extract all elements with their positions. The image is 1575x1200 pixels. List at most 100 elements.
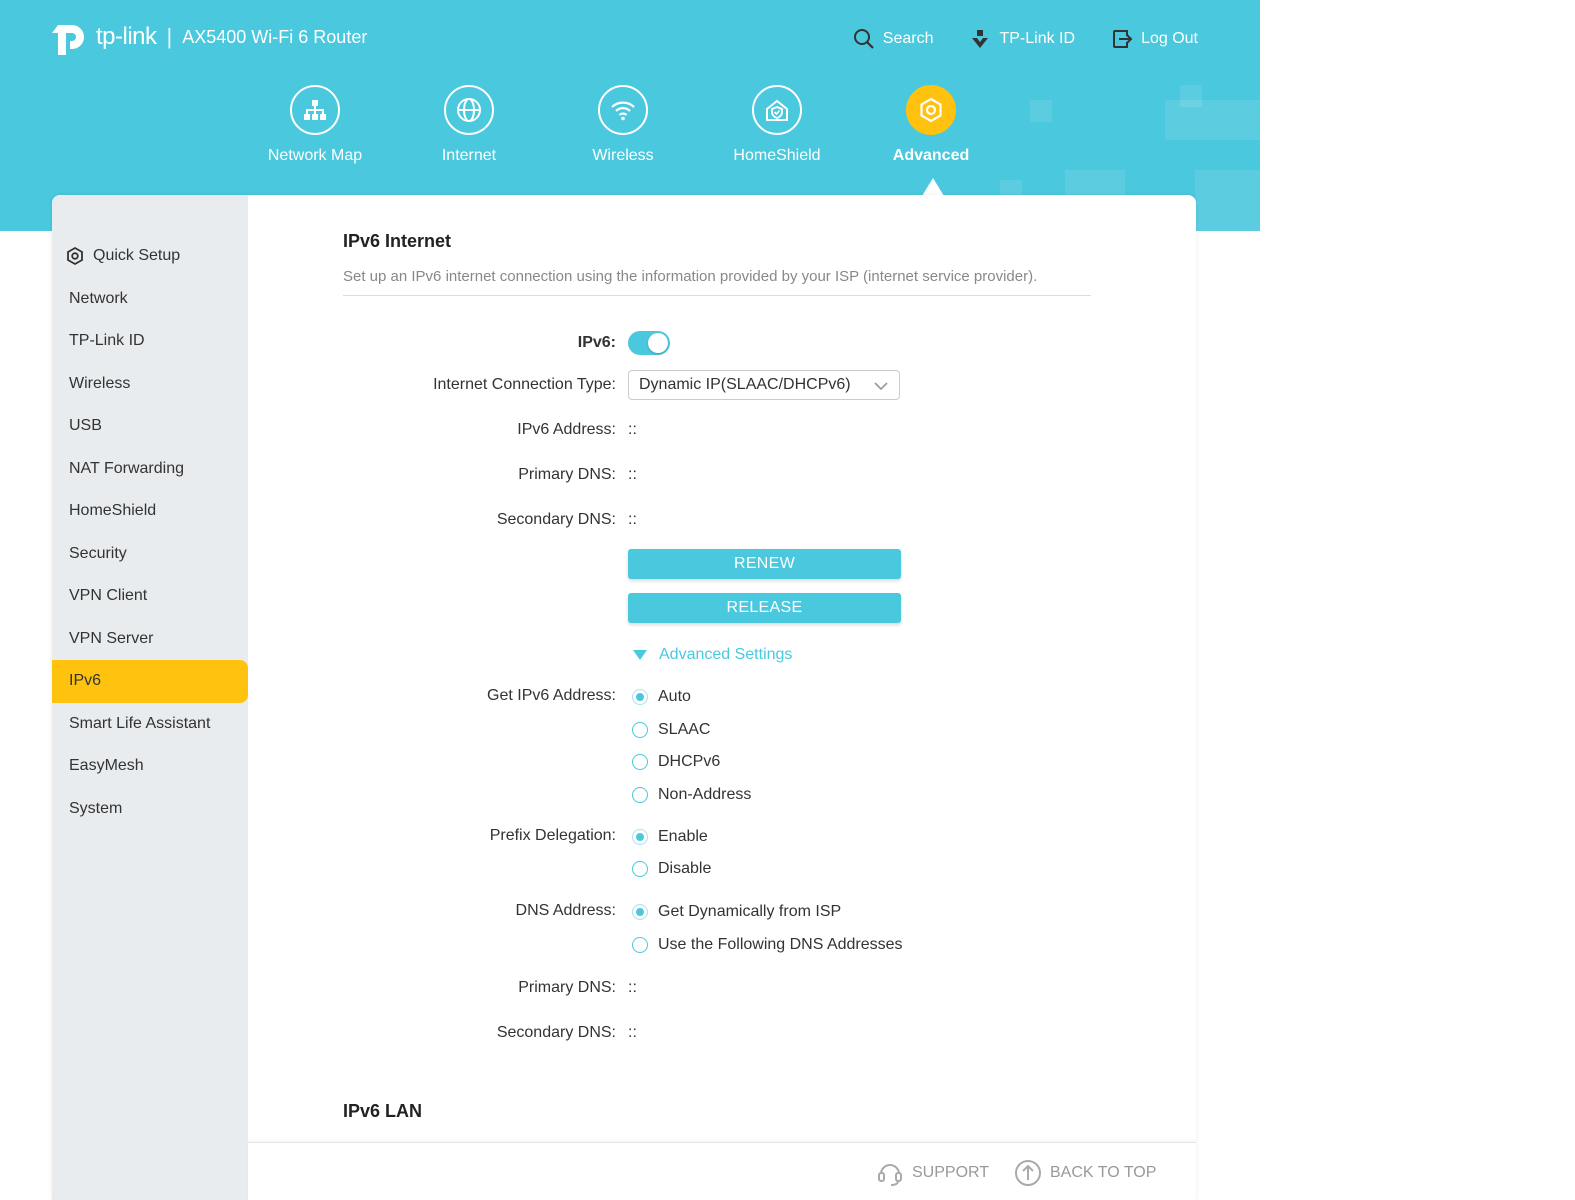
support-label: SUPPORT <box>912 1164 990 1181</box>
adv-secondary-dns-value: :: <box>628 1024 637 1041</box>
support-link[interactable]: SUPPORT <box>876 1159 989 1187</box>
search-icon <box>853 29 874 49</box>
homeshield-circle <box>752 85 802 135</box>
nav-internet-label: Internet <box>441 147 497 164</box>
search-label: Search <box>882 30 934 47</box>
tplink-logo[interactable]: tp-link | AX5400 Wi-Fi 6 Router <box>52 17 367 57</box>
radio-disable[interactable]: Disable <box>632 860 711 878</box>
radio-dns-dynamic[interactable]: Get Dynamically from ISP <box>632 903 841 921</box>
radio-dhcpv6[interactable]: DHCPv6 <box>632 753 720 771</box>
sidebar-item-label: System <box>69 799 123 817</box>
sidebar-item-wireless[interactable]: Wireless <box>52 363 248 406</box>
radio-button <box>632 754 648 770</box>
sidebar-item-label: EasyMesh <box>69 757 144 775</box>
triangle-down-icon <box>633 650 647 660</box>
network-map-icon <box>304 100 326 120</box>
radio-button <box>632 689 648 705</box>
sidebar-item-smart-life-assistant[interactable]: Smart Life Assistant <box>52 703 248 746</box>
sidebar-item-tplink-id[interactable]: TP-Link ID <box>52 320 248 363</box>
nav-advanced[interactable]: Advanced <box>861 85 1001 165</box>
nav-network-map[interactable]: Network Map <box>245 85 385 165</box>
sidebar-item-label: USB <box>69 417 102 435</box>
main-panel: Quick Setup Network TP-Link ID Wireless … <box>52 195 1196 1200</box>
radio-dns-manual[interactable]: Use the Following DNS Addresses <box>632 936 903 954</box>
sidebar-item-nat-forwarding[interactable]: NAT Forwarding <box>52 448 248 491</box>
back-to-top-label: BACK TO TOP <box>1050 1164 1157 1181</box>
radio-auto[interactable]: Auto <box>632 688 691 706</box>
radio-enable[interactable]: Enable <box>632 828 708 846</box>
ipv6-toggle[interactable] <box>628 331 670 355</box>
sidebar-item-label: HomeShield <box>69 502 157 520</box>
sidebar-item-easymesh[interactable]: EasyMesh <box>52 745 248 788</box>
nav-internet[interactable]: Internet <box>399 85 539 165</box>
sidebar-item-label: VPN Server <box>69 629 154 647</box>
main-nav: Network Map Internet Wireless HomeShield… <box>0 85 1260 195</box>
sidebar-item-vpn-client[interactable]: VPN Client <box>52 575 248 618</box>
primary-dns-value: :: <box>628 466 637 483</box>
dns-address-label: DNS Address: <box>515 902 616 919</box>
radio-label: DHCPv6 <box>658 753 721 770</box>
logout-link[interactable]: Log Out <box>1111 28 1198 50</box>
advanced-settings-toggle[interactable]: Advanced Settings <box>633 646 792 664</box>
sidebar-item-homeshield[interactable]: HomeShield <box>52 490 248 533</box>
nav-homeshield[interactable]: HomeShield <box>707 85 847 165</box>
sidebar-item-quick-setup[interactable]: Quick Setup <box>52 235 248 278</box>
content-area: IPv6 Internet Set up an IPv6 internet co… <box>248 195 1196 1200</box>
advanced-settings-label: Advanced Settings <box>659 646 793 663</box>
radio-label: Disable <box>658 860 712 877</box>
radio-button <box>632 787 648 803</box>
radio-non-address[interactable]: Non-Address <box>632 786 751 804</box>
adv-secondary-dns-label: Secondary DNS: <box>496 1024 616 1041</box>
primary-dns-label: Primary DNS: <box>518 466 616 483</box>
release-button[interactable]: RELEASE <box>628 593 901 623</box>
tplink-id-icon <box>972 30 989 48</box>
radio-label: Get Dynamically from ISP <box>658 903 842 920</box>
quick-setup-icon <box>67 247 83 266</box>
internet-circle <box>444 85 494 135</box>
section-description: Set up an IPv6 internet connection using… <box>343 268 1038 285</box>
renew-button[interactable]: RENEW <box>628 549 901 579</box>
radio-slaac[interactable]: SLAAC <box>632 721 710 739</box>
sidebar-item-label: Network <box>69 289 128 307</box>
section-title-ipv6-internet: IPv6 Internet <box>343 231 452 251</box>
radio-button <box>632 829 648 845</box>
ipv6-address-value: :: <box>628 421 637 438</box>
arrow-up-circle-icon <box>1015 1160 1041 1186</box>
sidebar-item-label: NAT Forwarding <box>69 459 184 477</box>
sidebar-item-security[interactable]: Security <box>52 533 248 576</box>
advanced-circle <box>906 85 956 135</box>
sidebar: Quick Setup Network TP-Link ID Wireless … <box>52 195 248 1200</box>
top-links: Search TP-Link ID Log Out <box>853 28 1198 50</box>
radio-label: Enable <box>658 828 708 845</box>
tplink-id-label: TP-Link ID <box>999 30 1076 47</box>
sidebar-item-usb[interactable]: USB <box>52 405 248 448</box>
sidebar-item-label: Wireless <box>69 374 131 392</box>
connection-type-select[interactable]: Dynamic IP(SLAAC/DHCPv6) <box>628 370 900 400</box>
globe-icon <box>457 98 481 122</box>
divider <box>343 295 1091 296</box>
sidebar-item-system[interactable]: System <box>52 788 248 831</box>
section-title-ipv6-lan: IPv6 LAN <box>343 1101 423 1121</box>
radio-button <box>632 904 648 920</box>
active-nav-caret <box>922 178 944 196</box>
radio-label: Auto <box>658 688 691 705</box>
wifi-icon <box>611 101 635 121</box>
back-to-top-link[interactable]: BACK TO TOP <box>1014 1159 1156 1187</box>
toggle-knob <box>648 333 668 353</box>
nav-network-map-label: Network Map <box>267 147 363 164</box>
sidebar-menu: Quick Setup Network TP-Link ID Wireless … <box>52 195 248 830</box>
sidebar-item-vpn-server[interactable]: VPN Server <box>52 618 248 661</box>
nav-wireless[interactable]: Wireless <box>553 85 693 165</box>
adv-primary-dns-value: :: <box>628 979 637 996</box>
sidebar-item-network[interactable]: Network <box>52 278 248 321</box>
logout-label: Log Out <box>1141 30 1198 47</box>
sidebar-item-ipv6[interactable]: IPv6 <box>52 660 248 703</box>
tplink-id-link[interactable]: TP-Link ID <box>969 28 1075 50</box>
tplink-logo-icon <box>52 25 84 55</box>
logo-separator: | <box>166 24 173 49</box>
radio-button <box>632 722 648 738</box>
router-model: AX5400 Wi-Fi 6 Router <box>182 26 368 47</box>
nav-homeshield-label: HomeShield <box>733 147 821 164</box>
search-link[interactable]: Search <box>853 28 934 50</box>
sidebar-item-label: IPv6 <box>69 672 102 690</box>
